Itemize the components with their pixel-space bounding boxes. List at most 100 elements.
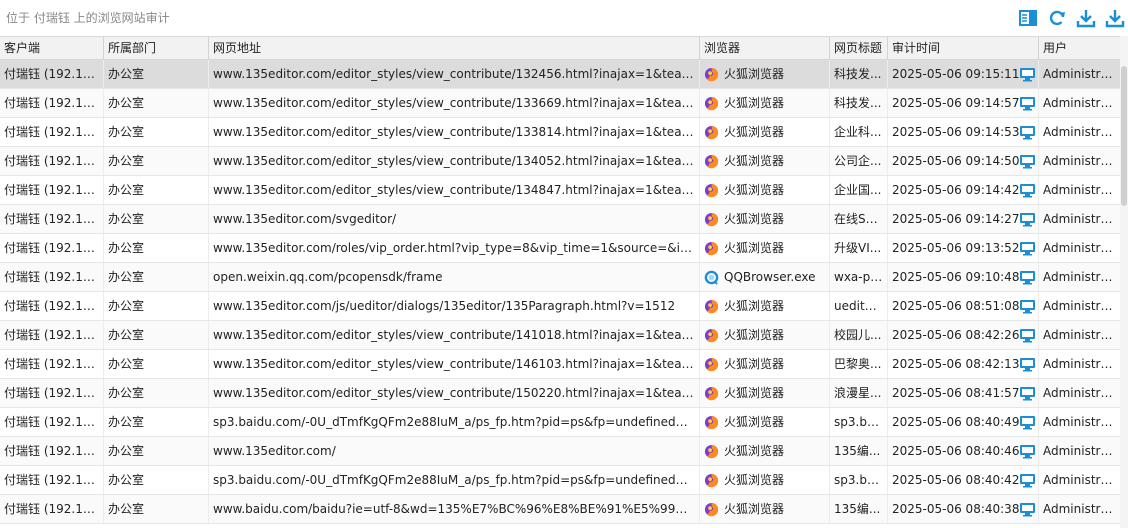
table-row[interactable]: 付瑞钰 (192.16... 办公室 www.135editor.com/edito… bbox=[0, 176, 1120, 205]
cell-client: 付瑞钰 (192.16... bbox=[0, 205, 104, 233]
firefox-icon bbox=[704, 183, 719, 197]
cell-url: www.135editor.com/roles/vip_order.html?v… bbox=[209, 234, 700, 262]
cell-page-title: 科技发... bbox=[830, 60, 888, 88]
monitor-icon bbox=[1020, 154, 1036, 168]
browser-name: 火狐浏览器 bbox=[724, 386, 785, 400]
refresh-button[interactable] bbox=[1046, 7, 1068, 29]
cell-dept: 办公室 bbox=[104, 234, 209, 262]
browser-name: 火狐浏览器 bbox=[724, 183, 785, 197]
cell-dept: 办公室 bbox=[104, 408, 209, 436]
cell-user: Administra... bbox=[1043, 125, 1120, 139]
table-row[interactable]: 付瑞钰 (192.16... 办公室 www.135editor.com/edito… bbox=[0, 147, 1120, 176]
table-row[interactable]: 付瑞钰 (192.16... 办公室 www.135editor.com/edito… bbox=[0, 350, 1120, 379]
audit-time-text: 2025-05-06 09:14:50 bbox=[892, 154, 1020, 168]
cell-dept: 办公室 bbox=[104, 89, 209, 117]
cell-url: www.135editor.com/ bbox=[209, 437, 700, 465]
cell-page-title: sp3.ba... bbox=[830, 466, 888, 494]
column-header-url[interactable]: 网页地址 bbox=[209, 37, 700, 59]
cell-user: Administra... bbox=[1043, 357, 1120, 371]
table-row[interactable]: 付瑞钰 (192.16... 办公室 www.baidu.com/baidu?ie=… bbox=[0, 495, 1120, 524]
cell-client: 付瑞钰 (192.16... bbox=[0, 147, 104, 175]
cell-url: www.135editor.com/editor_styles/view_con… bbox=[209, 176, 700, 204]
browser-name: 火狐浏览器 bbox=[724, 415, 785, 429]
table-row[interactable]: 付瑞钰 (192.16... 办公室 www.135editor.com/edito… bbox=[0, 89, 1120, 118]
cell-browser: 火狐浏览器 bbox=[700, 205, 830, 233]
audit-time-text: 2025-05-06 09:14:53 bbox=[892, 125, 1020, 139]
panel-icon bbox=[1019, 10, 1037, 26]
column-header-page-title[interactable]: 网页标题 bbox=[830, 37, 888, 59]
table-row[interactable]: 付瑞钰 (192.16... 办公室 www.135editor.com/火狐浏览器… bbox=[0, 437, 1120, 466]
firefox-icon bbox=[704, 299, 719, 313]
table-row[interactable]: 付瑞钰 (192.16... 办公室 open.weixin.qq.com/pcop… bbox=[0, 263, 1120, 292]
cell-user: Administra... bbox=[1043, 415, 1120, 429]
cell-url: www.135editor.com/editor_styles/view_con… bbox=[209, 379, 700, 407]
table-row[interactable]: 付瑞钰 (192.16... 办公室 www.135editor.com/edito… bbox=[0, 379, 1120, 408]
cell-user: Administra... bbox=[1043, 183, 1120, 197]
firefox-icon bbox=[704, 386, 719, 400]
table-row[interactable]: 付瑞钰 (192.16... 办公室 www.135editor.com/edito… bbox=[0, 118, 1120, 147]
audit-time-text: 2025-05-06 08:41:57 bbox=[892, 386, 1020, 400]
monitor-icon bbox=[1020, 473, 1036, 487]
monitor-icon bbox=[1020, 299, 1036, 313]
cell-audit-time: 2025-05-06 08:40:49 bbox=[888, 408, 1039, 436]
column-header-user[interactable]: 用户 bbox=[1039, 37, 1120, 59]
cell-dept: 办公室 bbox=[104, 321, 209, 349]
cell-audit-time: 2025-05-06 08:40:38 bbox=[888, 495, 1039, 523]
export-icon bbox=[1105, 10, 1125, 28]
cell-audit-time: 2025-05-06 09:15:11 bbox=[888, 60, 1039, 88]
audit-time-text: 2025-05-06 09:14:57 bbox=[892, 96, 1020, 110]
cell-page-title: 企业科... bbox=[830, 118, 888, 146]
table-row[interactable]: 付瑞钰 (192.16... 办公室 sp3.baidu.com/-0U_dTmfK… bbox=[0, 408, 1120, 437]
column-header-client[interactable]: 客户端 bbox=[0, 37, 104, 59]
download-button[interactable] bbox=[1075, 7, 1097, 29]
cell-browser: 火狐浏览器 bbox=[700, 495, 830, 523]
cell-audit-time: 2025-05-06 09:10:48 bbox=[888, 263, 1039, 291]
cell-dept: 办公室 bbox=[104, 147, 209, 175]
cell-dept: 办公室 bbox=[104, 292, 209, 320]
column-header-audit-time[interactable]: 审计时间 bbox=[888, 37, 1039, 59]
cell-page-title: 巴黎奥... bbox=[830, 350, 888, 378]
panel-toggle-button[interactable] bbox=[1017, 7, 1039, 29]
cell-browser: 火狐浏览器 bbox=[700, 147, 830, 175]
cell-browser: 火狐浏览器 bbox=[700, 234, 830, 262]
vertical-scrollbar[interactable] bbox=[1120, 36, 1128, 528]
table-row[interactable]: 付瑞钰 (192.16... 办公室 www.135editor.com/svged… bbox=[0, 205, 1120, 234]
table-row[interactable]: 付瑞钰 (192.16... 办公室 www.135editor.com/js/ue… bbox=[0, 292, 1120, 321]
cell-dept: 办公室 bbox=[104, 495, 209, 523]
cell-page-title: 135编... bbox=[830, 495, 888, 523]
cell-user: Administra... bbox=[1043, 444, 1120, 458]
audit-time-text: 2025-05-06 08:42:26 bbox=[892, 328, 1020, 342]
table-row[interactable]: 付瑞钰 (192.16... 办公室 www.135editor.com/edito… bbox=[0, 321, 1120, 350]
table-row[interactable]: 付瑞钰 (192.16... 办公室 www.135editor.com/edito… bbox=[0, 60, 1120, 89]
export-button[interactable] bbox=[1104, 7, 1126, 29]
monitor-icon bbox=[1020, 96, 1036, 110]
cell-client: 付瑞钰 (192.16... bbox=[0, 350, 104, 378]
column-header-dept[interactable]: 所属部门 bbox=[104, 37, 209, 59]
cell-browser: 火狐浏览器 bbox=[700, 437, 830, 465]
cell-browser: QQBrowser.exe bbox=[700, 263, 830, 291]
audit-time-text: 2025-05-06 09:10:48 bbox=[892, 270, 1020, 284]
table-row[interactable]: 付瑞钰 (192.16... 办公室 sp3.baidu.com/-0U_dTmfK… bbox=[0, 466, 1120, 495]
cell-user: Administra... bbox=[1043, 328, 1120, 342]
scrollbar-thumb[interactable] bbox=[1121, 66, 1127, 206]
cell-browser: 火狐浏览器 bbox=[700, 379, 830, 407]
table-row[interactable]: 付瑞钰 (192.16... 办公室 www.135editor.com/roles… bbox=[0, 234, 1120, 263]
browser-name: 火狐浏览器 bbox=[724, 96, 785, 110]
cell-client: 付瑞钰 (192.16... bbox=[0, 176, 104, 204]
monitor-icon bbox=[1020, 415, 1036, 429]
browser-name: 火狐浏览器 bbox=[724, 67, 785, 81]
monitor-icon bbox=[1020, 502, 1036, 516]
column-header-browser[interactable]: 浏览器 bbox=[700, 37, 830, 59]
firefox-icon bbox=[704, 154, 719, 168]
cell-dept: 办公室 bbox=[104, 263, 209, 291]
cell-dept: 办公室 bbox=[104, 176, 209, 204]
cell-page-title: 科技发... bbox=[830, 89, 888, 117]
cell-client: 付瑞钰 (192.16... bbox=[0, 234, 104, 262]
cell-audit-time: 2025-05-06 09:14:53 bbox=[888, 118, 1039, 146]
cell-client: 付瑞钰 (192.16... bbox=[0, 263, 104, 291]
cell-browser: 火狐浏览器 bbox=[700, 350, 830, 378]
firefox-icon bbox=[704, 502, 719, 516]
cell-url: www.135editor.com/editor_styles/view_con… bbox=[209, 147, 700, 175]
cell-client: 付瑞钰 (192.16... bbox=[0, 466, 104, 494]
browser-name: 火狐浏览器 bbox=[724, 328, 785, 342]
